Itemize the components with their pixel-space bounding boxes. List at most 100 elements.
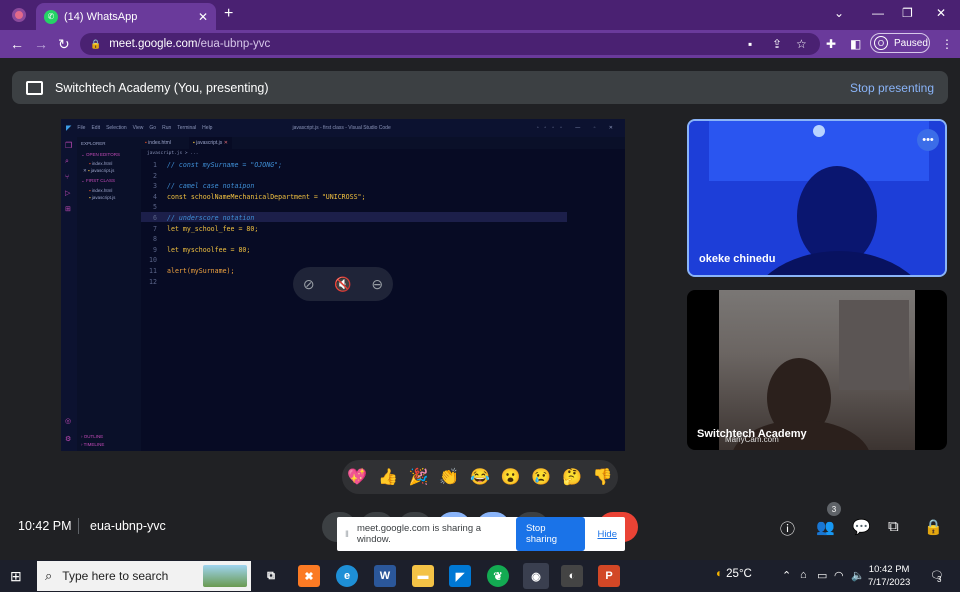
folder-file-item[interactable]: ▪ javascript.js (77, 194, 141, 201)
obs-icon[interactable]: ◐ (561, 565, 583, 587)
reaction-emoji[interactable]: 😢 (531, 467, 551, 487)
participant-tile[interactable]: ••• okeke chinedu (687, 119, 947, 277)
clock-time: 10:42 PM (868, 564, 910, 575)
weather-widget[interactable]: ◐ 25°C (716, 568, 752, 580)
tray-chevron-icon[interactable]: ⌃ (782, 569, 791, 582)
minimize-icon[interactable]: — (872, 6, 884, 20)
more-options-icon[interactable]: ••• (917, 129, 939, 151)
vscode-menu-item[interactable]: Selection (106, 125, 127, 131)
battery-icon[interactable]: ▭ (817, 569, 827, 582)
vscode-activity-bar: ❐ ⌕ ⑂ ▷ ⊞ ◎ ⚙ (61, 137, 77, 451)
meeting-details-icon[interactable]: ⓘ (780, 518, 795, 539)
people-icon[interactable]: 👥 (816, 518, 835, 536)
participant-tile[interactable]: ManyCam.com Switchtech Academy (687, 290, 947, 450)
open-editors-header[interactable]: ⌄ OPEN EDITORS (77, 150, 141, 160)
vscode-menu-item[interactable]: File (77, 125, 85, 131)
powerpoint-icon[interactable]: P (598, 565, 620, 587)
timeline-section[interactable]: › TIMELINE (81, 442, 104, 447)
xampp-icon[interactable]: ✖ (298, 565, 320, 587)
run-debug-icon[interactable]: ▷ (65, 189, 77, 197)
search-placeholder: Type here to search (62, 569, 169, 583)
account-icon[interactable]: ◎ (65, 417, 71, 425)
windows-start-icon[interactable]: ⊞ (10, 568, 22, 585)
edge-icon[interactable]: e (336, 565, 358, 587)
vscode-icon[interactable]: ◤ (449, 565, 471, 587)
open-file-item[interactable]: ▪ index.html (77, 160, 141, 167)
source-control-icon[interactable]: ⑂ (65, 174, 77, 181)
editor-tab-index[interactable]: ▪ index.html (145, 140, 171, 146)
network-icon[interactable]: ⌂ (800, 569, 807, 581)
folder-header[interactable]: ⌄ FIRST CLASS (77, 175, 141, 187)
explorer-icon[interactable]: ❐ (65, 141, 77, 150)
reaction-emoji[interactable]: 😂 (470, 467, 490, 487)
reload-icon[interactable]: ↻ (58, 36, 70, 53)
stop-sharing-button[interactable]: Stop sharing (515, 517, 586, 551)
vscode-menu-item[interactable]: Help (202, 125, 212, 131)
share-icon[interactable]: ⇪ (772, 37, 782, 51)
back-icon[interactable]: ← (10, 36, 24, 52)
taskbar-search[interactable]: ⌕ Type here to search (37, 561, 251, 591)
url-host: meet.google.com (109, 38, 198, 50)
open-file-item[interactable]: ✕ ▪ javascript.js (77, 167, 141, 175)
camera-in-use-icon[interactable]: ▪ (748, 37, 752, 51)
folder-file-item[interactable]: ▪ index.html (77, 187, 141, 194)
vscode-menu-item[interactable]: Terminal (177, 125, 196, 131)
browser-menu-icon[interactable]: ⋮ (941, 37, 953, 51)
forward-icon[interactable]: → (34, 36, 48, 52)
vscode-menu-item[interactable]: Edit (91, 125, 100, 131)
divider (78, 518, 79, 534)
code-line: 8 (141, 235, 167, 243)
address-bar[interactable]: 🔒 meet.google.com/eua-ubnp-yvc (80, 33, 820, 55)
drag-handle-icon[interactable]: ‖ (345, 529, 349, 540)
chat-icon[interactable]: 💬 (852, 518, 871, 536)
tab-search-icon[interactable]: ⌄ (834, 6, 844, 20)
host-controls-icon[interactable]: 🔒 (924, 518, 943, 536)
breadcrumb: javascript.js > ... (147, 151, 199, 156)
reaction-emoji[interactable]: 👍 (378, 467, 398, 487)
editor-tab-javascript[interactable]: ▪ javascript.js ✕ (189, 137, 232, 149)
wifi-icon[interactable]: ◠ (834, 569, 844, 582)
mute-icon[interactable]: 🔇 (334, 276, 351, 293)
pin-off-icon[interactable]: ⊘ (303, 276, 315, 293)
settings-gear-icon[interactable]: ⚙ (65, 435, 71, 443)
stop-presenting-button[interactable]: Stop presenting (850, 81, 934, 95)
file-explorer-icon[interactable]: ▬ (412, 565, 434, 587)
code-line: 5 (141, 203, 167, 211)
reaction-emoji[interactable]: 🤔 (562, 467, 582, 487)
browser-tab[interactable]: ✆ (14) WhatsApp ✕ (36, 3, 216, 30)
bookmark-star-icon[interactable]: ☆ (796, 37, 807, 51)
reaction-emoji[interactable]: 🎉 (409, 467, 429, 487)
word-icon[interactable]: W (374, 565, 396, 587)
reaction-emoji[interactable]: 👏 (439, 467, 459, 487)
volume-icon[interactable]: 🔈 (851, 569, 865, 582)
recording-indicator-icon (12, 8, 26, 22)
profile-button[interactable]: O Paused (870, 33, 930, 53)
extensions-icon[interactable]: ✚ (826, 37, 836, 51)
chrome-icon[interactable]: ◉ (523, 563, 549, 589)
taskbar-clock[interactable]: 10:42 PM 7/17/2023 (868, 563, 910, 589)
restore-icon[interactable]: ❐ (902, 6, 913, 20)
close-tab-icon[interactable]: ✕ (198, 10, 208, 24)
new-tab-button[interactable]: + (224, 5, 233, 23)
vscode-title-bar: ◤ File Edit Selection View Go Run Terminal Help… (61, 119, 625, 137)
reaction-emoji[interactable]: 👎 (593, 467, 613, 487)
vscode-menu-item[interactable]: View (133, 125, 144, 131)
close-window-icon[interactable]: ✕ (936, 6, 946, 20)
search-icon[interactable]: ⌕ (65, 158, 77, 166)
hide-button[interactable]: Hide (597, 529, 617, 540)
outline-section[interactable]: › OUTLINE (81, 434, 103, 439)
extensions-icon[interactable]: ⊞ (65, 205, 77, 213)
task-view-icon[interactable]: ⧉ (260, 565, 282, 587)
vscode-menu-item[interactable]: Go (149, 125, 156, 131)
vscode-window-title: javascript.js - first class - Visual Stu… (292, 125, 391, 131)
mongodb-icon[interactable]: ❦ (487, 565, 509, 587)
remove-icon[interactable]: ⊖ (371, 276, 383, 293)
side-panel-icon[interactable]: ◧ (850, 37, 861, 51)
reaction-emoji[interactable]: 💖 (347, 467, 367, 487)
activities-icon[interactable]: ⧉ (888, 518, 899, 535)
participant-video (719, 290, 915, 450)
code-editor[interactable]: javascript.js > ... 1 // const mySurname … (141, 149, 625, 451)
code-line: 7 let my_school_fee = 80; (141, 225, 258, 233)
reaction-emoji[interactable]: 😮 (501, 467, 521, 487)
vscode-menu-item[interactable]: Run (162, 125, 171, 131)
